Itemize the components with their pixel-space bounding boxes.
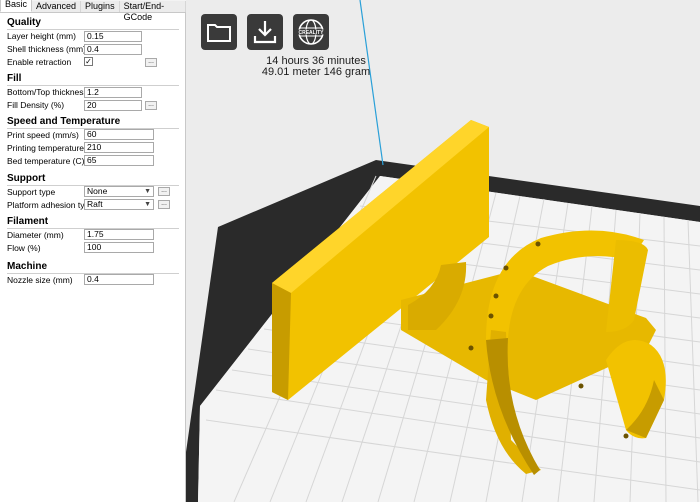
fill-settings-button[interactable]: ...	[145, 101, 157, 110]
section-fill: Fill	[7, 73, 22, 84]
z-axis-line	[359, 0, 384, 166]
support-type-value: None	[87, 186, 108, 196]
tab-basic[interactable]: Basic	[0, 0, 33, 12]
brand-text: CREALITY	[299, 30, 325, 36]
nozzle-size-input[interactable]: 0.4	[84, 274, 154, 285]
section-filament: Filament	[7, 216, 49, 227]
folder-icon	[207, 24, 231, 42]
printing-temperature-input[interactable]: 210	[84, 142, 154, 153]
save-toolpath-button[interactable]	[247, 14, 283, 50]
retraction-settings-button[interactable]: ...	[145, 58, 157, 67]
platform-adhesion-select[interactable]: Raft ▼	[84, 199, 154, 210]
print-speed-input[interactable]: 60	[84, 129, 154, 140]
settings-panel: Basic Advanced Plugins Start/End-GCode Q…	[0, 0, 186, 502]
layer-height-input[interactable]: 0.15	[84, 31, 142, 42]
section-speed-temperature: Speed and Temperature	[7, 116, 121, 127]
bottom-top-thickness-input[interactable]: 1.2	[84, 87, 142, 98]
support-type-label: Support type	[7, 187, 56, 197]
platform-adhesion-label: Platform adhesion type	[7, 200, 94, 210]
open-file-button[interactable]	[201, 14, 237, 50]
diameter-label: Diameter (mm)	[7, 230, 64, 240]
section-quality: Quality	[7, 17, 41, 28]
flow-input[interactable]: 100	[84, 242, 154, 253]
print-speed-label: Print speed (mm/s)	[7, 130, 79, 140]
tab-plugins[interactable]: Plugins	[81, 1, 120, 12]
creality-share-button[interactable]: CREALITY	[293, 14, 329, 50]
3d-viewport[interactable]: CREALITY 14 hours 36 minutes 49.01 meter…	[186, 0, 700, 502]
tab-advanced[interactable]: Advanced	[32, 1, 82, 12]
adhesion-settings-button[interactable]: ...	[158, 200, 170, 209]
shell-thickness-label: Shell thickness (mm)	[7, 44, 86, 54]
creality-globe-icon: CREALITY	[297, 19, 325, 45]
section-divider	[7, 85, 179, 86]
bed-temperature-input[interactable]: 65	[84, 155, 154, 166]
tab-bar: Basic Advanced Plugins Start/End-GCode	[0, 0, 186, 22]
fill-density-input[interactable]: 20	[84, 100, 142, 111]
shell-thickness-input[interactable]: 0.4	[84, 44, 142, 55]
fill-density-label: Fill Density (%)	[7, 100, 65, 110]
support-settings-button[interactable]: ...	[158, 187, 170, 196]
flow-label: Flow (%)	[7, 243, 41, 253]
diameter-input[interactable]: 1.75	[84, 229, 154, 240]
layer-height-label: Layer height (mm)	[7, 31, 76, 41]
platform-adhesion-value: Raft	[87, 199, 103, 209]
enable-retraction-checkbox[interactable]: ✓	[84, 57, 93, 66]
enable-retraction-label: Enable retraction	[7, 57, 72, 67]
section-support: Support	[7, 173, 46, 184]
section-divider	[7, 29, 179, 30]
section-machine: Machine	[7, 261, 48, 272]
support-type-select[interactable]: None ▼	[84, 186, 154, 197]
nozzle-size-label: Nozzle size (mm)	[7, 275, 73, 285]
tab-start-end-gcode[interactable]: Start/End-GCode	[119, 1, 186, 22]
chevron-down-icon: ▼	[144, 188, 151, 195]
chevron-down-icon: ▼	[144, 201, 151, 208]
material-usage-estimate: 49.01 meter 146 gram	[261, 66, 371, 78]
download-icon	[253, 21, 277, 44]
bed-temperature-label: Bed temperature (C)	[7, 156, 85, 166]
